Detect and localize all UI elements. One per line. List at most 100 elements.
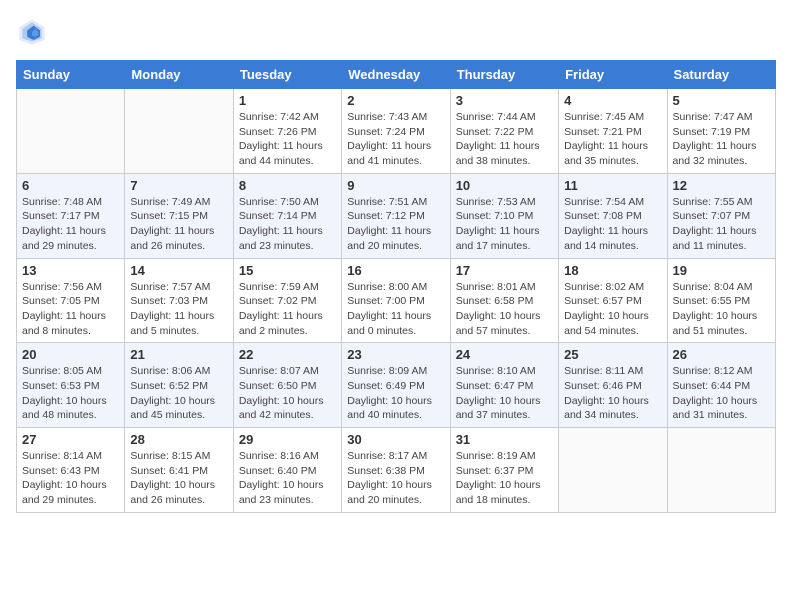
day-info: Sunrise: 7:54 AMSunset: 7:08 PMDaylight:… <box>564 195 661 254</box>
calendar-day-cell: 21 Sunrise: 8:06 AMSunset: 6:52 PMDayligh… <box>125 343 233 428</box>
day-number: 13 <box>22 263 119 278</box>
day-info: Sunrise: 8:04 AMSunset: 6:55 PMDaylight:… <box>673 280 770 339</box>
calendar-day-cell: 11 Sunrise: 7:54 AMSunset: 7:08 PMDayligh… <box>559 173 667 258</box>
calendar-week-row: 6 Sunrise: 7:48 AMSunset: 7:17 PMDaylight… <box>17 173 776 258</box>
day-info: Sunrise: 7:57 AMSunset: 7:03 PMDaylight:… <box>130 280 227 339</box>
day-number: 1 <box>239 93 336 108</box>
calendar-day-cell: 14 Sunrise: 7:57 AMSunset: 7:03 PMDayligh… <box>125 258 233 343</box>
day-number: 17 <box>456 263 553 278</box>
calendar-day-cell: 10Sunrise: 7:53 AMSunset: 7:10 PMDayligh… <box>450 173 558 258</box>
day-info: Sunrise: 8:05 AMSunset: 6:53 PMDaylight:… <box>22 364 119 423</box>
day-number: 16 <box>347 263 444 278</box>
day-info: Sunrise: 7:49 AMSunset: 7:15 PMDaylight:… <box>130 195 227 254</box>
day-number: 28 <box>130 432 227 447</box>
calendar-day-cell: 19 Sunrise: 8:04 AMSunset: 6:55 PMDayligh… <box>667 258 775 343</box>
day-number: 5 <box>673 93 770 108</box>
day-number: 31 <box>456 432 553 447</box>
day-number: 27 <box>22 432 119 447</box>
calendar-day-cell <box>125 89 233 174</box>
calendar-day-header: Sunday <box>17 61 125 89</box>
day-number: 23 <box>347 347 444 362</box>
day-number: 18 <box>564 263 661 278</box>
day-number: 10 <box>456 178 553 193</box>
calendar-day-cell: 24 Sunrise: 8:10 AMSunset: 6:47 PMDayligh… <box>450 343 558 428</box>
day-number: 15 <box>239 263 336 278</box>
day-info: Sunrise: 8:14 AMSunset: 6:43 PMDaylight:… <box>22 449 119 508</box>
day-info: Sunrise: 8:02 AMSunset: 6:57 PMDaylight:… <box>564 280 661 339</box>
day-number: 2 <box>347 93 444 108</box>
calendar-header-row: SundayMondayTuesdayWednesdayThursdayFrid… <box>17 61 776 89</box>
calendar-day-cell: 6 Sunrise: 7:48 AMSunset: 7:17 PMDaylight… <box>17 173 125 258</box>
logo <box>16 16 52 48</box>
calendar-day-header: Thursday <box>450 61 558 89</box>
day-number: 21 <box>130 347 227 362</box>
calendar-day-cell: 29 Sunrise: 8:16 AMSunset: 6:40 PMDayligh… <box>233 428 341 513</box>
calendar-day-cell: 25Sunrise: 8:11 AMSunset: 6:46 PMDayligh… <box>559 343 667 428</box>
calendar-day-cell: 31 Sunrise: 8:19 AMSunset: 6:37 PMDayligh… <box>450 428 558 513</box>
calendar-day-cell: 16 Sunrise: 8:00 AMSunset: 7:00 PMDayligh… <box>342 258 450 343</box>
calendar-day-cell: 20 Sunrise: 8:05 AMSunset: 6:53 PMDayligh… <box>17 343 125 428</box>
calendar-day-cell: 7Sunrise: 7:49 AMSunset: 7:15 PMDaylight… <box>125 173 233 258</box>
day-number: 14 <box>130 263 227 278</box>
calendar-day-header: Monday <box>125 61 233 89</box>
calendar-day-cell: 5 Sunrise: 7:47 AMSunset: 7:19 PMDaylight… <box>667 89 775 174</box>
day-info: Sunrise: 7:44 AMSunset: 7:22 PMDaylight:… <box>456 110 553 169</box>
day-info: Sunrise: 7:42 AMSunset: 7:26 PMDaylight:… <box>239 110 336 169</box>
day-info: Sunrise: 8:06 AMSunset: 6:52 PMDaylight:… <box>130 364 227 423</box>
calendar-day-cell: 27 Sunrise: 8:14 AMSunset: 6:43 PMDayligh… <box>17 428 125 513</box>
day-info: Sunrise: 7:47 AMSunset: 7:19 PMDaylight:… <box>673 110 770 169</box>
day-info: Sunrise: 7:48 AMSunset: 7:17 PMDaylight:… <box>22 195 119 254</box>
day-info: Sunrise: 8:10 AMSunset: 6:47 PMDaylight:… <box>456 364 553 423</box>
day-number: 12 <box>673 178 770 193</box>
logo-icon <box>16 16 48 48</box>
calendar-day-cell: 22Sunrise: 8:07 AMSunset: 6:50 PMDayligh… <box>233 343 341 428</box>
calendar-week-row: 1 Sunrise: 7:42 AMSunset: 7:26 PMDaylight… <box>17 89 776 174</box>
day-number: 11 <box>564 178 661 193</box>
day-number: 8 <box>239 178 336 193</box>
calendar-day-cell <box>667 428 775 513</box>
calendar-day-cell <box>559 428 667 513</box>
day-number: 22 <box>239 347 336 362</box>
day-info: Sunrise: 7:45 AMSunset: 7:21 PMDaylight:… <box>564 110 661 169</box>
day-info: Sunrise: 8:17 AMSunset: 6:38 PMDaylight:… <box>347 449 444 508</box>
day-number: 19 <box>673 263 770 278</box>
calendar-day-header: Saturday <box>667 61 775 89</box>
day-info: Sunrise: 8:00 AMSunset: 7:00 PMDaylight:… <box>347 280 444 339</box>
calendar-day-cell: 28 Sunrise: 8:15 AMSunset: 6:41 PMDayligh… <box>125 428 233 513</box>
calendar-day-cell: 2 Sunrise: 7:43 AMSunset: 7:24 PMDaylight… <box>342 89 450 174</box>
day-info: Sunrise: 8:19 AMSunset: 6:37 PMDaylight:… <box>456 449 553 508</box>
day-info: Sunrise: 7:43 AMSunset: 7:24 PMDaylight:… <box>347 110 444 169</box>
day-number: 9 <box>347 178 444 193</box>
day-number: 30 <box>347 432 444 447</box>
calendar-day-cell: 23Sunrise: 8:09 AMSunset: 6:49 PMDayligh… <box>342 343 450 428</box>
calendar-day-cell: 4 Sunrise: 7:45 AMSunset: 7:21 PMDaylight… <box>559 89 667 174</box>
day-info: Sunrise: 8:15 AMSunset: 6:41 PMDaylight:… <box>130 449 227 508</box>
day-info: Sunrise: 8:16 AMSunset: 6:40 PMDaylight:… <box>239 449 336 508</box>
day-info: Sunrise: 8:11 AMSunset: 6:46 PMDaylight:… <box>564 364 661 423</box>
calendar-day-header: Tuesday <box>233 61 341 89</box>
calendar-day-cell: 18 Sunrise: 8:02 AMSunset: 6:57 PMDayligh… <box>559 258 667 343</box>
day-number: 3 <box>456 93 553 108</box>
calendar-day-cell: 26Sunrise: 8:12 AMSunset: 6:44 PMDayligh… <box>667 343 775 428</box>
day-info: Sunrise: 7:59 AMSunset: 7:02 PMDaylight:… <box>239 280 336 339</box>
calendar-week-row: 13 Sunrise: 7:56 AMSunset: 7:05 PMDayligh… <box>17 258 776 343</box>
day-number: 4 <box>564 93 661 108</box>
calendar-day-header: Friday <box>559 61 667 89</box>
day-info: Sunrise: 7:56 AMSunset: 7:05 PMDaylight:… <box>22 280 119 339</box>
calendar-day-cell: 17Sunrise: 8:01 AMSunset: 6:58 PMDayligh… <box>450 258 558 343</box>
calendar-week-row: 27 Sunrise: 8:14 AMSunset: 6:43 PMDayligh… <box>17 428 776 513</box>
day-info: Sunrise: 8:12 AMSunset: 6:44 PMDaylight:… <box>673 364 770 423</box>
calendar-day-cell <box>17 89 125 174</box>
calendar-day-cell: 12Sunrise: 7:55 AMSunset: 7:07 PMDayligh… <box>667 173 775 258</box>
day-number: 24 <box>456 347 553 362</box>
calendar-day-cell: 30 Sunrise: 8:17 AMSunset: 6:38 PMDayligh… <box>342 428 450 513</box>
calendar-day-cell: 15 Sunrise: 7:59 AMSunset: 7:02 PMDayligh… <box>233 258 341 343</box>
day-info: Sunrise: 7:51 AMSunset: 7:12 PMDaylight:… <box>347 195 444 254</box>
calendar-day-cell: 13 Sunrise: 7:56 AMSunset: 7:05 PMDayligh… <box>17 258 125 343</box>
day-number: 29 <box>239 432 336 447</box>
day-number: 6 <box>22 178 119 193</box>
calendar-day-cell: 3 Sunrise: 7:44 AMSunset: 7:22 PMDaylight… <box>450 89 558 174</box>
day-number: 20 <box>22 347 119 362</box>
calendar-day-cell: 1 Sunrise: 7:42 AMSunset: 7:26 PMDaylight… <box>233 89 341 174</box>
calendar-table: SundayMondayTuesdayWednesdayThursdayFrid… <box>16 60 776 513</box>
